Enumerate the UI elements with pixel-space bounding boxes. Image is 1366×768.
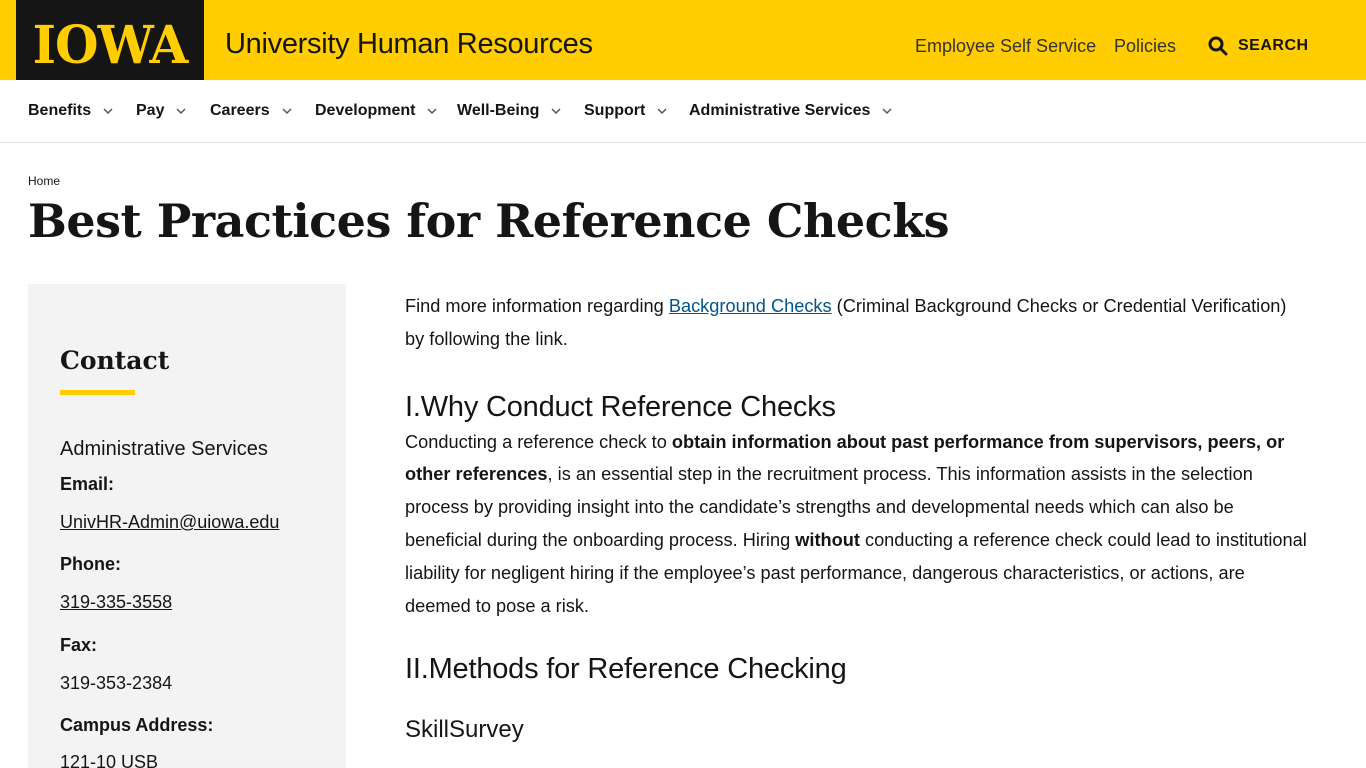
chevron-down-icon [282, 108, 292, 115]
nav-item-label: Well-Being [457, 102, 540, 119]
nav-item-label: Administrative Services [689, 102, 871, 119]
phone-label: Phone: [60, 554, 121, 574]
nav-item-label: Careers [210, 102, 270, 119]
why-text-1: Conducting a reference check to [405, 431, 672, 452]
intro-text: Find more information regarding [405, 296, 669, 316]
chevron-down-icon [882, 108, 892, 115]
section-heading-why: I.Why Conduct Reference Checks [405, 390, 836, 423]
phone-link[interactable]: 319-335-3558 [60, 592, 172, 613]
main-content: Find more information regarding Backgrou… [405, 290, 1310, 744]
chevron-down-icon [551, 108, 561, 115]
page-title: Best Practices for Reference Checks [28, 194, 949, 248]
email-label: Email: [60, 474, 115, 494]
nav-item-support[interactable]: Support [584, 102, 667, 120]
nav-item-label: Pay [136, 102, 165, 119]
nav-item-well-being[interactable]: Well-Being [457, 102, 561, 120]
department-name: Administrative Services [60, 438, 268, 460]
background-checks-link[interactable]: Background Checks [669, 296, 832, 316]
main-nav: Benefits Pay Careers Development Well-Be… [0, 80, 1366, 143]
why-paragraph: Conducting a reference check to obtain i… [405, 426, 1310, 623]
nav-item-label: Support [584, 102, 646, 119]
policies-link[interactable]: Policies [1114, 36, 1176, 57]
contact-sidebar: Contact Administrative Services Email: U… [28, 284, 346, 768]
address-value: 121-10 USB [60, 752, 159, 768]
breadcrumb-home[interactable]: Home [28, 174, 60, 188]
why-text-without: without [795, 529, 860, 550]
chevron-down-icon [657, 108, 667, 115]
intro-paragraph: Find more information regarding Backgrou… [405, 290, 1310, 356]
iowa-logo[interactable]: IOWA [16, 0, 204, 90]
nav-item-benefits[interactable]: Benefits [28, 102, 113, 120]
subsection-heading-skillsurvey: SkillSurvey [405, 716, 524, 744]
fax-label: Fax: [60, 635, 98, 655]
top-header: IOWA University Human Resources Employee… [0, 0, 1366, 90]
email-link[interactable]: UnivHR-Admin@uiowa.edu [60, 512, 279, 533]
nav-item-administrative-services[interactable]: Administrative Services [689, 102, 892, 120]
chevron-down-icon [176, 108, 186, 115]
logo-text: IOWA [32, 13, 189, 76]
employee-self-service-link[interactable]: Employee Self Service [915, 36, 1096, 57]
search-label: SEARCH [1238, 37, 1309, 54]
search-button[interactable]: SEARCH [1208, 36, 1309, 56]
nav-item-label: Benefits [28, 102, 92, 119]
nav-item-development[interactable]: Development [315, 102, 437, 120]
site-title-link[interactable]: University Human Resources [225, 28, 593, 61]
fax-value: 319-353-2384 [60, 673, 173, 693]
chevron-down-icon [103, 108, 113, 115]
nav-item-pay[interactable]: Pay [136, 102, 186, 120]
chevron-down-icon [427, 108, 437, 115]
heading-underline [60, 390, 135, 395]
nav-item-careers[interactable]: Careers [210, 102, 292, 120]
search-icon [1208, 36, 1228, 56]
contact-heading: Contact [60, 346, 170, 375]
nav-item-label: Development [315, 102, 416, 119]
section-heading-methods: II.Methods for Reference Checking [405, 653, 847, 686]
address-label: Campus Address: [60, 715, 214, 735]
